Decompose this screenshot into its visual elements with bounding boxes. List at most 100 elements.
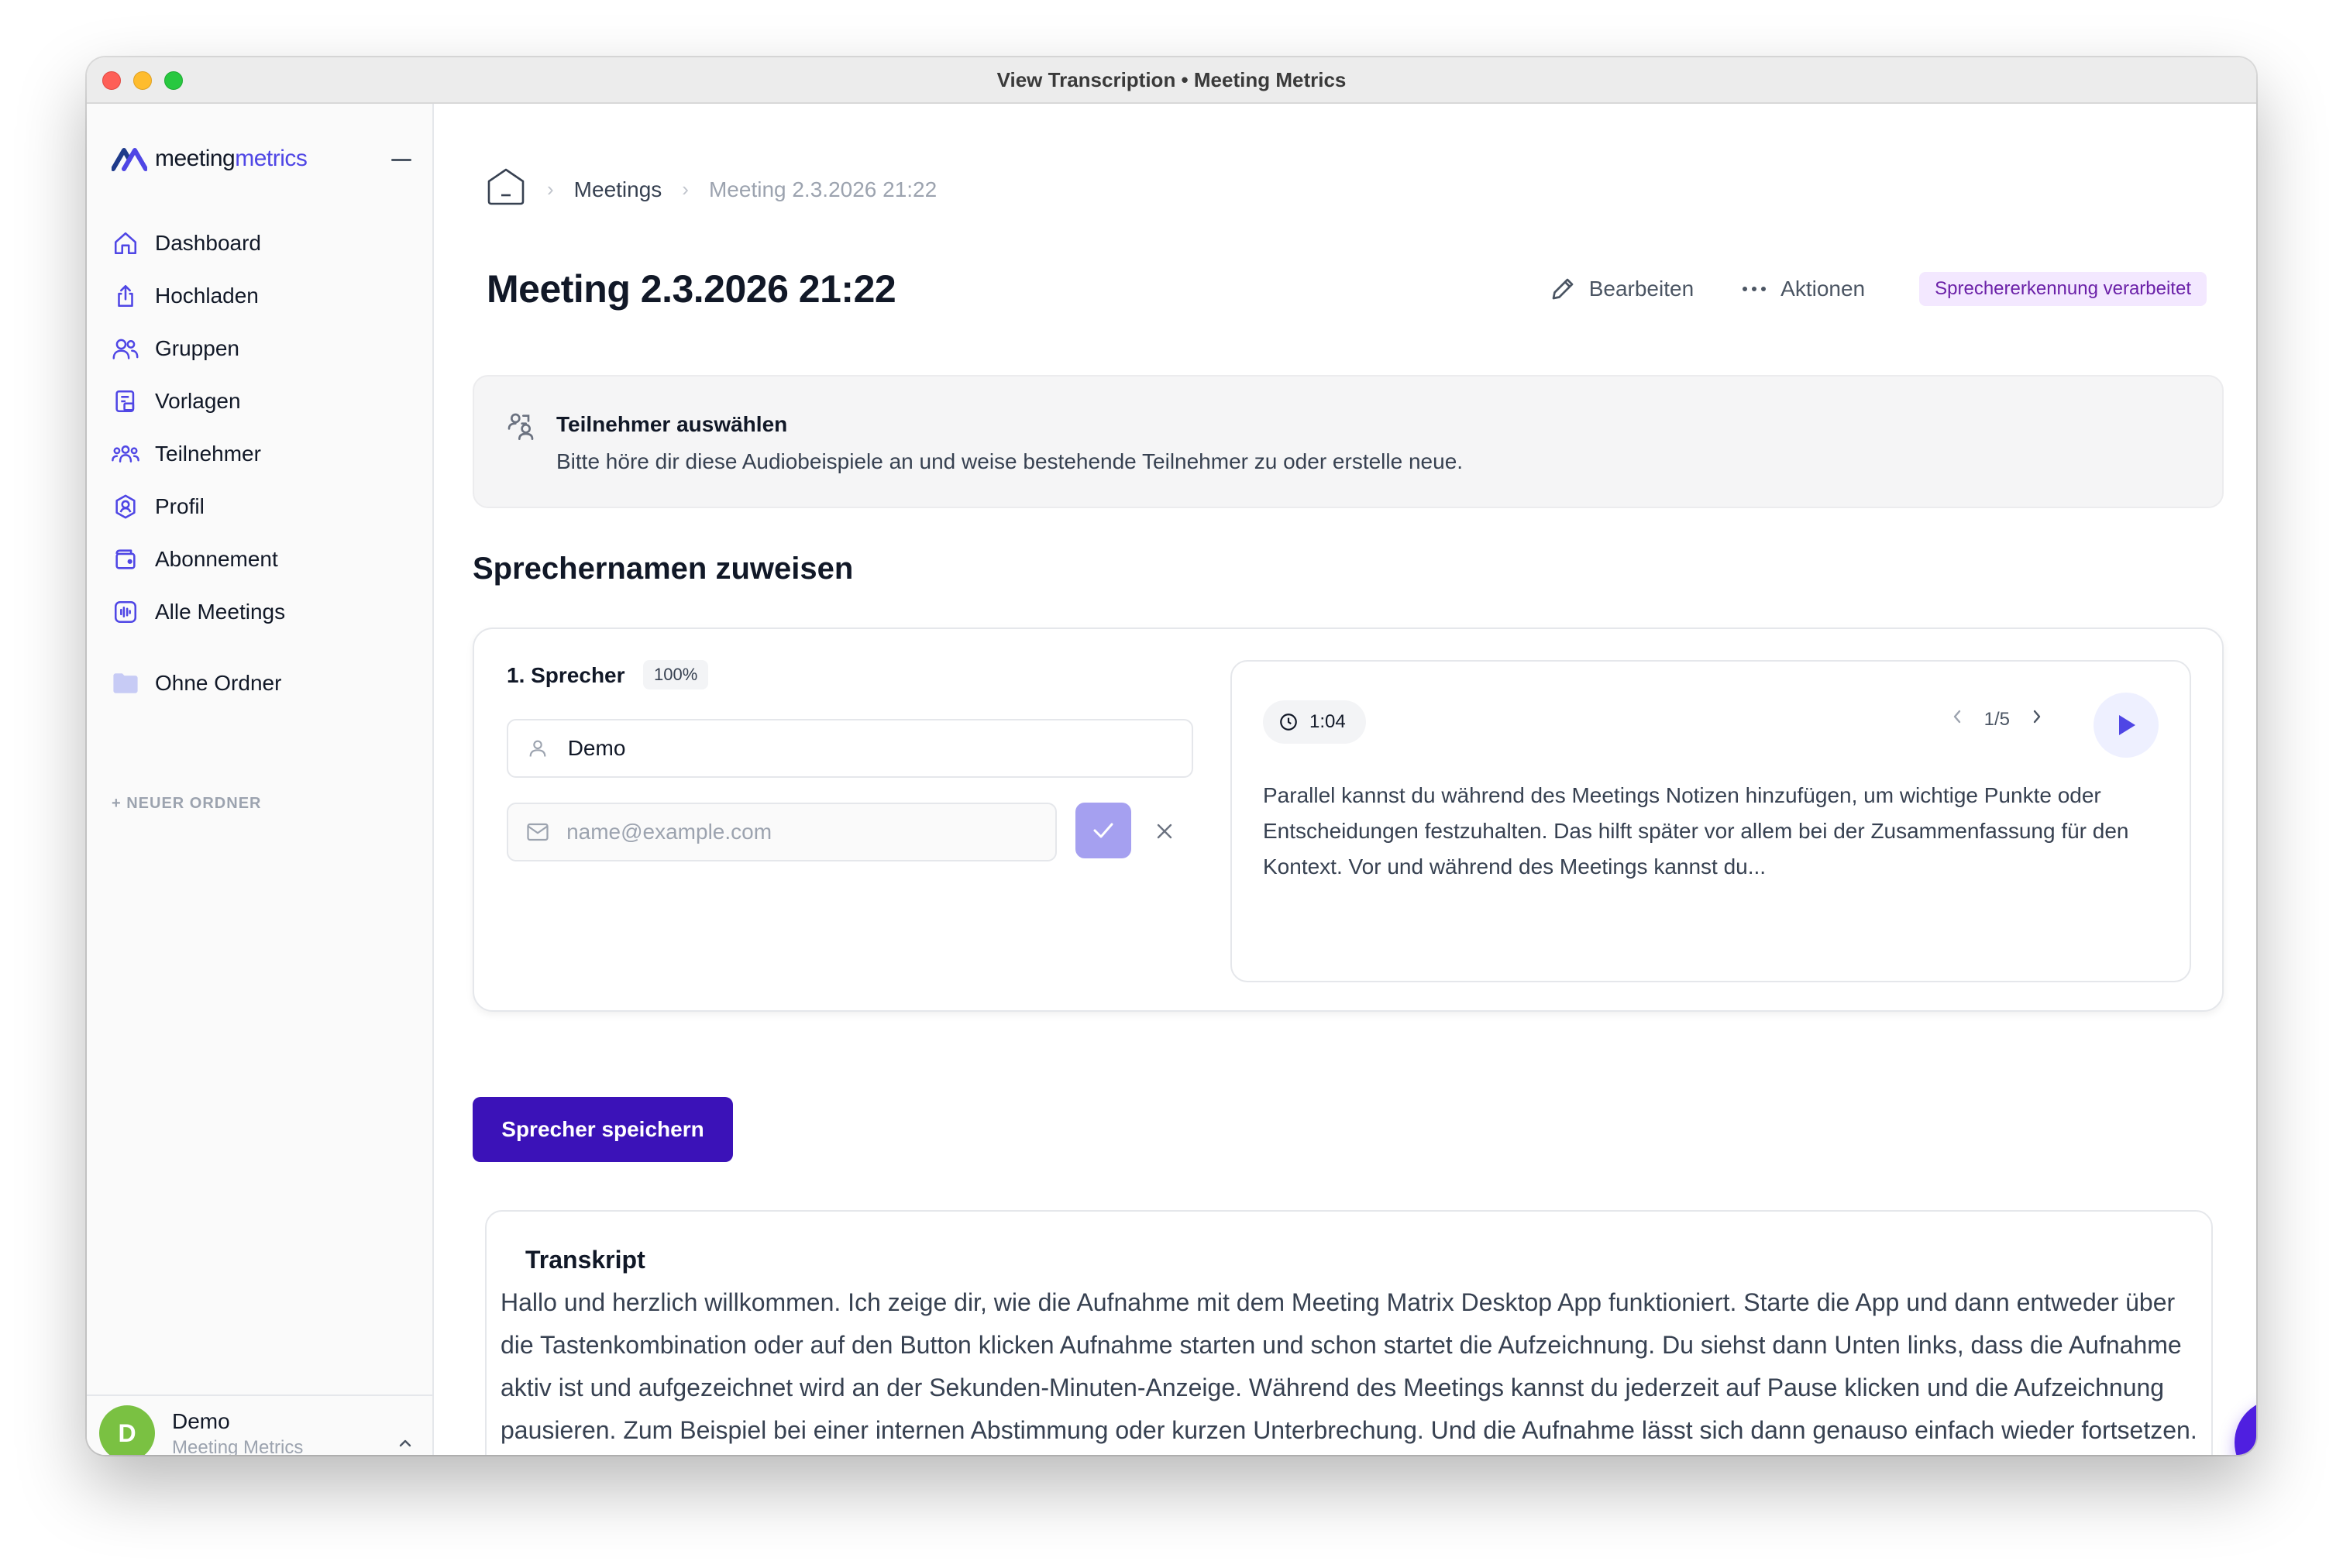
sample-time: 1:04	[1309, 711, 1346, 732]
brand-name: meetingmetrics	[155, 146, 308, 172]
main-content: › Meetings › Meeting 2.3.2026 21:22 Meet…	[435, 104, 2256, 1455]
brand-logo[interactable]: meetingmetrics	[112, 146, 308, 172]
previous-sample-button[interactable]	[1952, 708, 1963, 731]
user-menu[interactable]: D Demo Meeting Metrics	[87, 1394, 432, 1455]
avatar: D	[99, 1405, 155, 1455]
sidebar-folder-no-folder[interactable]: Ohne Ordner	[110, 657, 412, 710]
play-sample-button[interactable]	[2094, 693, 2159, 758]
title-bar: View Transcription • Meeting Metrics	[87, 57, 2256, 104]
home-icon	[110, 228, 141, 259]
sidebar-item-templates[interactable]: Vorlagen	[110, 375, 412, 428]
user-icon	[508, 738, 568, 759]
transcript-title: Transkript	[525, 1246, 645, 1274]
breadcrumb-home-icon[interactable]	[485, 166, 527, 213]
breadcrumb-chevron-icon: ›	[682, 177, 689, 201]
users-icon	[110, 333, 141, 364]
sidebar: meetingmetrics Dashboard Hochladen Grupp…	[87, 104, 434, 1455]
speaker-name-input[interactable]	[567, 736, 1192, 761]
info-title: Teilnehmer auswählen	[556, 412, 788, 436]
breadcrumb-meetings[interactable]: Meetings	[574, 177, 662, 202]
window-controls	[102, 71, 183, 90]
collapse-sidebar-button[interactable]	[390, 149, 412, 170]
save-speakers-button[interactable]: Sprecher speichern	[473, 1097, 733, 1162]
mail-icon	[508, 822, 566, 842]
template-icon	[110, 386, 141, 417]
edit-button-label: Bearbeiten	[1588, 277, 1694, 301]
user-org: Meeting Metrics	[172, 1437, 304, 1455]
sidebar-item-label: Teilnehmer	[155, 442, 261, 466]
logo-mark-icon	[112, 148, 147, 171]
breadcrumb: › Meetings › Meeting 2.3.2026 21:22	[485, 166, 937, 213]
speaker-label: 1. Sprecher	[507, 663, 625, 687]
user-meta: Demo Meeting Metrics	[172, 1409, 303, 1455]
speaker-email-input[interactable]	[566, 820, 1055, 844]
chevron-right-icon	[2033, 710, 2041, 724]
brand-name-part2: metrics	[235, 146, 308, 171]
sidebar-item-label: Dashboard	[155, 231, 261, 255]
sidebar-item-label: Profil	[155, 494, 205, 518]
close-window-button[interactable]	[102, 71, 121, 90]
app-window: View Transcription • Meeting Metrics mee…	[87, 57, 2256, 1455]
sidebar-item-profile[interactable]: Profil	[110, 480, 412, 533]
info-text: Bitte höre dir diese Audiobeispiele an u…	[556, 449, 1464, 473]
clock-icon	[1280, 714, 1297, 731]
transcript-card: Transkript Hallo und herzlich willkommen…	[485, 1210, 2213, 1455]
sidebar-item-label: Vorlagen	[155, 389, 241, 413]
play-icon	[2119, 715, 2135, 735]
dismiss-speaker-button[interactable]	[1151, 818, 1178, 844]
sidebar-item-label: Hochladen	[155, 284, 259, 308]
sidebar-item-subscription[interactable]: Abonnement	[110, 533, 412, 586]
upload-icon	[110, 280, 141, 311]
window-title: View Transcription • Meeting Metrics	[996, 67, 1347, 91]
chevron-up-icon	[397, 1438, 414, 1453]
close-icon	[1157, 824, 1172, 839]
profile-icon	[110, 491, 141, 522]
sidebar-item-groups[interactable]: Gruppen	[110, 322, 412, 375]
participants-icon	[110, 438, 141, 469]
speaker-name-field[interactable]	[507, 719, 1193, 778]
sidebar-item-label: Alle Meetings	[155, 600, 286, 624]
header-actions: Bearbeiten Aktionen Sprechererkennung ve…	[1526, 270, 2207, 308]
info-banner: Teilnehmer auswählen Bitte höre dir dies…	[473, 375, 2224, 508]
folder-icon	[110, 668, 141, 699]
assign-speakers-icon	[505, 411, 536, 445]
next-sample-button[interactable]	[2032, 708, 2042, 731]
status-badge: Sprechererkennung verarbeitet	[1919, 272, 2207, 306]
new-folder-button[interactable]: + NEUER ORDNER	[112, 795, 261, 813]
confidence-badge: 100%	[643, 660, 709, 689]
page-title: Meeting 2.3.2026 21:22	[487, 267, 896, 311]
wallet-icon	[110, 544, 141, 575]
sidebar-item-dashboard[interactable]: Dashboard	[110, 217, 412, 270]
actions-menu-button[interactable]: Aktionen	[1717, 270, 1888, 308]
minus-icon	[391, 158, 411, 161]
sidebar-item-all-meetings[interactable]: Alle Meetings	[110, 586, 412, 638]
sidebar-item-label: Abonnement	[155, 547, 278, 571]
confirm-speaker-button[interactable]	[1075, 803, 1131, 858]
sidebar-item-upload[interactable]: Hochladen	[110, 270, 412, 322]
sidebar-item-label: Gruppen	[155, 336, 239, 360]
sidebar-item-participants[interactable]: Teilnehmer	[110, 428, 412, 480]
breadcrumb-current: Meeting 2.3.2026 21:22	[708, 177, 938, 201]
transcript-text: Hallo und herzlich willkommen. Ich zeige…	[501, 1288, 2197, 1444]
actions-button-label: Aktionen	[1780, 277, 1866, 301]
sidebar-item-label: Ohne Ordner	[155, 671, 282, 695]
sample-time-badge: 1:04	[1263, 700, 1366, 744]
speaker-email-field[interactable]	[507, 803, 1057, 861]
sample-transcript-text: Parallel kannst du während des Meetings …	[1263, 783, 2129, 879]
sample-page-indicator: 1/5	[1983, 708, 2010, 730]
more-horizontal-icon	[1743, 287, 1767, 291]
edit-button[interactable]: Bearbeiten	[1526, 270, 1717, 308]
chevron-left-icon	[1953, 710, 1960, 724]
minimize-window-button[interactable]	[133, 71, 152, 90]
zoom-window-button[interactable]	[164, 71, 183, 90]
speaker-card: 1. Sprecher 100% Demo name@example.com 1…	[473, 628, 2224, 1012]
breadcrumb-chevron-icon: ›	[547, 177, 554, 201]
check-icon	[1093, 823, 1113, 838]
pencil-icon	[1552, 278, 1574, 300]
sample-pager: 1/5	[1952, 708, 2042, 731]
audio-wave-icon	[110, 597, 141, 628]
user-name: Demo	[172, 1409, 230, 1433]
brand-name-part1: meeting	[155, 146, 236, 171]
section-title: Sprechernamen zuweisen	[473, 552, 854, 586]
